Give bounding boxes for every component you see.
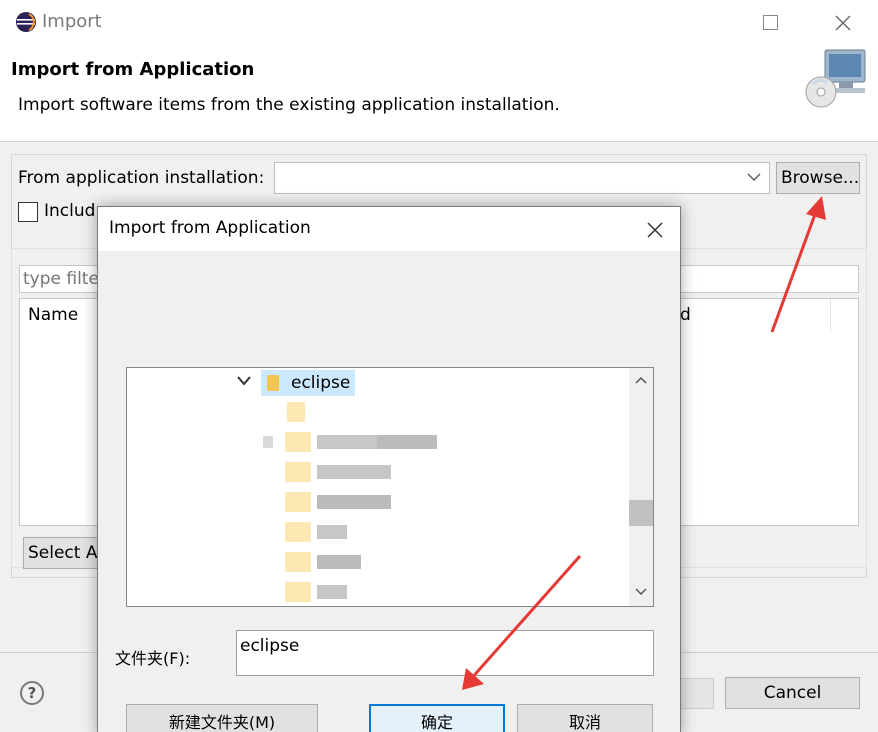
close-button[interactable] xyxy=(826,6,860,40)
select-all-button[interactable]: Select A xyxy=(23,537,103,569)
dialog-close-icon[interactable] xyxy=(644,219,666,241)
close-icon xyxy=(835,15,851,31)
window-title: Import xyxy=(42,11,102,32)
column-separator[interactable] xyxy=(830,299,831,331)
folder-icon xyxy=(285,462,311,482)
folder-field-label: 文件夹(F): xyxy=(115,649,191,668)
tree-item-obscured[interactable] xyxy=(257,432,457,452)
column-header-name[interactable]: Name xyxy=(28,305,78,325)
obscured-label xyxy=(317,495,391,509)
folder-name-input[interactable]: eclipse xyxy=(236,630,654,676)
dialog-cancel-button[interactable]: 取消 xyxy=(517,704,653,732)
folder-tree[interactable]: eclipse xyxy=(126,367,654,607)
help-icon[interactable]: ? xyxy=(20,681,44,705)
maximize-button[interactable] xyxy=(754,6,788,40)
folder-icon xyxy=(287,402,305,422)
new-folder-button[interactable]: 新建文件夹(M) xyxy=(126,704,318,732)
tree-item-obscured[interactable] xyxy=(257,582,457,602)
folder-icon xyxy=(285,582,311,602)
wizard-banner: Import from Application Import software … xyxy=(0,44,878,142)
tree-item-eclipse[interactable]: eclipse xyxy=(261,370,355,396)
ok-button[interactable]: 确定 xyxy=(369,704,505,732)
expand-chevron-icon[interactable] xyxy=(237,376,251,386)
dialog-title: Import from Application xyxy=(109,218,311,238)
column-header-second[interactable]: d xyxy=(680,305,691,325)
chevron-right-icon xyxy=(263,436,273,448)
obscured-label xyxy=(317,585,347,599)
include-label: Includ xyxy=(44,201,96,221)
cancel-button[interactable]: Cancel xyxy=(725,677,860,709)
obscured-label xyxy=(317,435,377,449)
scroll-thumb[interactable] xyxy=(629,500,653,526)
chevron-down-icon xyxy=(747,173,761,181)
obscured-label xyxy=(377,435,437,449)
tree-scrollbar[interactable] xyxy=(629,368,653,606)
scroll-down-icon[interactable] xyxy=(635,588,647,596)
folder-icon xyxy=(285,552,311,572)
tree-item-obscured[interactable] xyxy=(257,462,457,482)
folder-icon xyxy=(285,522,311,542)
obscured-label xyxy=(317,525,347,539)
installation-combo[interactable] xyxy=(274,162,770,194)
window-titlebar: Import xyxy=(0,0,878,44)
obscured-label xyxy=(317,465,391,479)
folder-icon xyxy=(285,492,311,512)
obscured-label xyxy=(317,555,361,569)
tree-item-obscured[interactable] xyxy=(257,522,457,542)
eclipse-app-icon xyxy=(16,12,36,32)
dialog-titlebar: Import from Application xyxy=(98,207,680,251)
from-installation-label: From application installation: xyxy=(18,168,265,188)
tree-item-obscured[interactable] xyxy=(257,552,457,572)
tree-item-obscured[interactable] xyxy=(257,402,377,422)
maximize-icon xyxy=(763,15,778,30)
browse-button[interactable]: Browse... xyxy=(776,162,860,194)
tree-item-obscured[interactable] xyxy=(257,492,457,512)
folder-icon xyxy=(285,432,311,452)
banner-title: Import from Application xyxy=(11,59,255,80)
folder-dialog: Import from Application eclipse 文件夹(F): … xyxy=(97,206,681,732)
finish-button[interactable] xyxy=(680,678,714,709)
tree-item-label: eclipse xyxy=(291,373,351,393)
folder-icon xyxy=(267,375,279,391)
computer-cd-icon xyxy=(805,49,866,108)
banner-description: Import software items from the existing … xyxy=(18,95,560,115)
include-checkbox[interactable] xyxy=(18,202,38,222)
scroll-up-icon[interactable] xyxy=(635,376,647,384)
